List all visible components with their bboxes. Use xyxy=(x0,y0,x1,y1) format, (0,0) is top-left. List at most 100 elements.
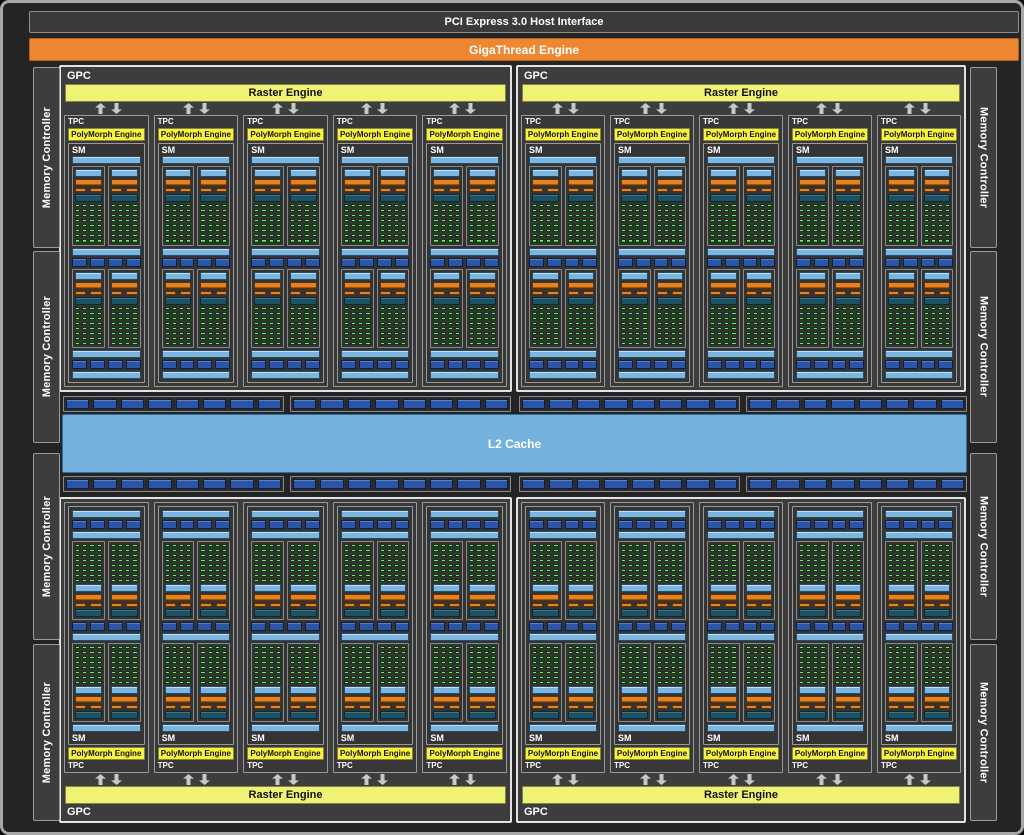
cuda-core xyxy=(304,332,309,335)
cuda-core xyxy=(813,332,818,335)
dispatch-units-row xyxy=(469,603,496,607)
register-file-bar xyxy=(657,194,684,202)
dispatch-bar xyxy=(75,696,102,703)
cuda-core xyxy=(455,327,460,330)
cuda-core xyxy=(924,219,929,222)
cache-bar xyxy=(251,510,320,518)
dispatch-unit xyxy=(888,705,899,709)
cuda-core xyxy=(642,549,647,552)
cuda-core xyxy=(760,554,765,557)
cuda-core xyxy=(304,656,309,659)
sm-processing-block xyxy=(197,643,230,722)
ldst-block xyxy=(636,520,651,529)
cuda-core xyxy=(642,229,647,232)
cuda-core xyxy=(401,661,406,664)
cuda-core xyxy=(731,676,736,679)
sm-processing-block xyxy=(466,269,499,349)
cuda-core xyxy=(394,234,399,237)
cuda-core-grid xyxy=(111,544,138,582)
sm-processing-block xyxy=(618,269,651,349)
cuda-core xyxy=(849,224,854,227)
cuda-core xyxy=(179,656,184,659)
cuda-core xyxy=(261,579,266,582)
cuda-core xyxy=(491,337,496,340)
cuda-core xyxy=(222,219,227,222)
cuda-core xyxy=(304,676,309,679)
cuda-core xyxy=(642,317,647,320)
cuda-core xyxy=(304,544,309,547)
cuda-core xyxy=(753,579,758,582)
dispatch-units-row xyxy=(835,291,862,295)
cache-bar xyxy=(430,248,499,256)
ldst-block xyxy=(466,520,481,529)
gpc-top-left: GPCRaster EngineTPCPolyMorph EngineSMTPC… xyxy=(59,65,512,392)
cuda-core xyxy=(75,229,80,232)
dispatch-bar xyxy=(657,282,684,289)
cuda-core xyxy=(635,327,640,330)
cuda-core xyxy=(433,224,438,227)
cuda-core xyxy=(261,656,266,659)
cuda-core-grid xyxy=(165,544,192,582)
cuda-core xyxy=(401,569,406,572)
cuda-core xyxy=(820,671,825,674)
cuda-core xyxy=(909,234,914,237)
cuda-core xyxy=(938,342,943,345)
cache-bar xyxy=(707,371,775,379)
cuda-core xyxy=(628,342,633,345)
sm-stack xyxy=(248,156,323,382)
cuda-core xyxy=(568,569,573,572)
cuda-core xyxy=(261,681,266,684)
cuda-core xyxy=(387,656,392,659)
cuda-core xyxy=(582,671,587,674)
cuda-core xyxy=(208,559,213,562)
cuda-core xyxy=(767,676,772,679)
cuda-core xyxy=(172,559,177,562)
crossbar-group xyxy=(290,476,511,492)
cuda-core xyxy=(621,219,626,222)
dispatch-units-row xyxy=(710,291,737,295)
cuda-core xyxy=(215,671,220,674)
cuda-core xyxy=(222,312,227,315)
dispatch-bar xyxy=(621,282,648,289)
memory-controller-label: Memory Controller xyxy=(41,682,53,783)
cuda-core xyxy=(938,544,943,547)
cuda-core xyxy=(118,342,123,345)
cuda-core xyxy=(75,204,80,207)
cuda-core xyxy=(132,681,137,684)
updown-arrow-icon xyxy=(449,103,476,114)
cuda-core xyxy=(165,209,170,212)
tpc-box: SMPolyMorph EngineTPC xyxy=(877,502,961,773)
dispatch-units-row xyxy=(75,705,102,709)
polymorph-engine-bar: PolyMorph Engine xyxy=(703,747,779,760)
cuda-core xyxy=(269,661,274,664)
cuda-core xyxy=(553,312,558,315)
register-file-bar xyxy=(924,297,951,305)
crossbar-block xyxy=(430,399,453,409)
cuda-core xyxy=(82,574,87,577)
cuda-core xyxy=(635,569,640,572)
sm-stack xyxy=(793,507,867,732)
sm-processing-block xyxy=(885,166,918,246)
cuda-core xyxy=(731,549,736,552)
cuda-core xyxy=(312,579,317,582)
cuda-core xyxy=(568,234,573,237)
updown-arrow-icon xyxy=(449,774,476,785)
ldst-block xyxy=(466,360,481,369)
cuda-core xyxy=(82,676,87,679)
tpc-box: TPCPolyMorph EngineSM xyxy=(877,115,961,387)
cuda-core xyxy=(200,549,205,552)
cuda-core xyxy=(539,332,544,335)
cuda-core xyxy=(621,681,626,684)
cuda-core xyxy=(82,549,87,552)
cuda-core xyxy=(165,544,170,547)
cuda-core xyxy=(582,656,587,659)
cuda-core xyxy=(746,332,751,335)
cuda-core xyxy=(380,661,385,664)
cuda-core xyxy=(799,681,804,684)
cuda-core xyxy=(799,327,804,330)
cuda-core xyxy=(469,549,474,552)
cuda-core xyxy=(476,214,481,217)
sm-processing-block xyxy=(162,166,195,246)
ldst-row xyxy=(796,258,864,267)
cuda-core xyxy=(200,681,205,684)
